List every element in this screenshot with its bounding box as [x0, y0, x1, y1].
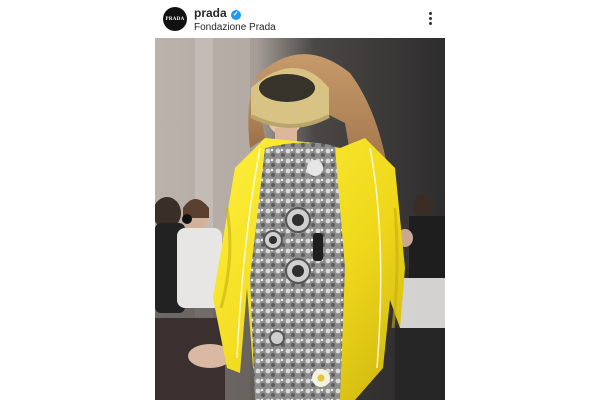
- profile-avatar[interactable]: PRADA: [163, 7, 187, 31]
- avatar-logo-text: PRADA: [165, 16, 185, 22]
- location-link[interactable]: Fondazione Prada: [194, 22, 276, 33]
- runway-photo-image: [155, 38, 445, 400]
- post-header: PRADA prada ✓ Fondazione Prada: [155, 2, 445, 38]
- username-text[interactable]: prada: [194, 6, 227, 20]
- verified-badge-icon: ✓: [230, 10, 241, 20]
- username-link[interactable]: prada ✓: [194, 6, 241, 20]
- more-options-icon[interactable]: [429, 12, 433, 28]
- post-photo[interactable]: [155, 38, 445, 400]
